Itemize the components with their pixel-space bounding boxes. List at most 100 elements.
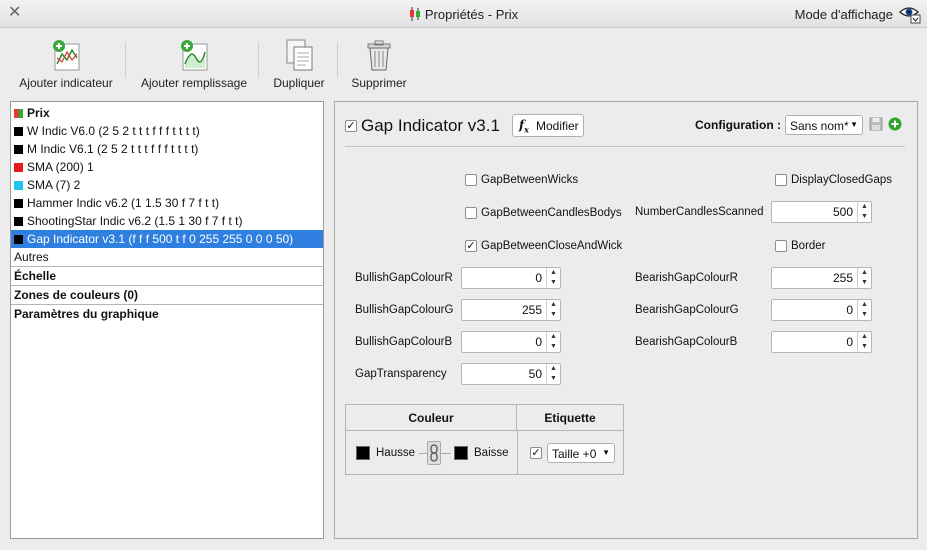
bullish-g-label: BullishGapColourG (355, 304, 454, 316)
eye-icon[interactable] (899, 4, 921, 24)
price-color-icon (14, 109, 23, 118)
indicator-enabled-checkbox[interactable]: ✓ (345, 120, 357, 132)
border-checkbox[interactable] (775, 240, 787, 252)
bullish-r-label: BullishGapColourR (355, 272, 453, 284)
window-title: Propriétés - Prix (0, 7, 927, 24)
number-candles-scanned-label: NumberCandlesScanned (635, 206, 764, 218)
toolbar-divider (125, 42, 126, 78)
display-mode-label[interactable]: Mode d'affichage (795, 7, 893, 22)
candlestick-icon (409, 7, 421, 24)
gap-transparency-stepper[interactable]: 50 ▲ ▼ (461, 363, 561, 385)
style-table: Couleur Etiquette Hausse Baisse ✓ Taille… (345, 404, 624, 475)
toolbar-divider (258, 42, 259, 78)
duplicate-label: Dupliquer (273, 76, 325, 90)
window-title-text: Propriétés - Prix (424, 7, 519, 22)
tree-item-shootingstar[interactable]: ShootingStar Indic v6.2 (1.5 1 30 f 7 f … (11, 212, 323, 230)
bearish-b-label: BearishGapColourB (635, 336, 738, 348)
number-candles-scanned-stepper[interactable]: 500 ▲ ▼ (771, 201, 872, 223)
stepper-arrows-icon[interactable]: ▲ ▼ (857, 202, 871, 222)
stepper-arrows-icon[interactable]: ▲ ▼ (857, 332, 871, 352)
column-header-label: Etiquette (517, 405, 623, 431)
gap-between-wicks-label: GapBetweenWicks (481, 174, 579, 186)
add-indicator-label: Ajouter indicateur (19, 76, 113, 90)
delete-button[interactable]: Supprimer (346, 38, 412, 90)
bullish-g-stepper[interactable]: 255 ▲ ▼ (461, 299, 561, 321)
bearish-g-stepper[interactable]: 0 ▲ ▼ (771, 299, 872, 321)
stepper-arrows-icon[interactable]: ▲ ▼ (857, 300, 871, 320)
color-swatch (14, 235, 23, 244)
column-header-colour: Couleur (346, 405, 517, 431)
tree-item-prix[interactable]: Prix (11, 104, 323, 122)
label-enabled-checkbox[interactable]: ✓ (530, 447, 542, 459)
tree-item-sma-200[interactable]: SMA (200) 1 (11, 158, 323, 176)
configuration-label: Configuration : (695, 118, 781, 132)
section-echelle[interactable]: Échelle (11, 267, 323, 285)
down-colour-swatch[interactable] (454, 446, 468, 460)
header-divider (345, 146, 905, 147)
color-swatch (14, 181, 23, 190)
indicator-name: Gap Indicator v3.1 (361, 116, 500, 135)
configuration-select[interactable]: Sans nom* ▼ (785, 115, 863, 135)
gap-transparency-label: GapTransparency (355, 368, 447, 380)
color-swatch (14, 127, 23, 136)
bullish-r-stepper[interactable]: 0 ▲ ▼ (461, 267, 561, 289)
stepper-arrows-icon[interactable]: ▲ ▼ (857, 268, 871, 288)
color-swatch (14, 199, 23, 208)
trash-icon (364, 38, 394, 72)
stepper-arrows-icon[interactable]: ▲ ▼ (546, 300, 560, 320)
tree-item-w-indic[interactable]: W Indic V6.0 (2 5 2 t t t f f f t t t t) (11, 122, 323, 140)
down-label: Baisse (474, 447, 509, 459)
label-size-select[interactable]: Taille +0 ▼ (547, 443, 615, 463)
gap-between-close-and-wick-checkbox[interactable]: ✓ (465, 240, 477, 252)
function-icon: fx (519, 118, 529, 135)
section-parametres-graphique[interactable]: Paramètres du graphique (11, 305, 323, 323)
indicator-properties-panel: ✓ Gap Indicator v3.1 fx Modifier Configu… (334, 101, 918, 539)
properties-tree: Prix W Indic V6.0 (2 5 2 t t t f f f t t… (10, 101, 324, 539)
gap-between-close-and-wick-label: GapBetweenCloseAndWick (481, 240, 623, 252)
stepper-arrows-icon[interactable]: ▲ ▼ (546, 364, 560, 384)
add-fill-label: Ajouter remplissage (140, 76, 248, 90)
link-line (441, 453, 451, 454)
tree-item-autres[interactable]: Autres (11, 248, 323, 266)
delete-label: Supprimer (351, 76, 407, 90)
gap-between-candles-bodys-checkbox[interactable] (465, 207, 477, 219)
color-swatch (14, 145, 23, 154)
gap-between-wicks-checkbox[interactable] (465, 174, 477, 186)
bearish-g-label: BearishGapColourG (635, 304, 739, 316)
tree-item-m-indic[interactable]: M Indic V6.1 (2 5 2 t t t f f f t t t t) (11, 140, 323, 158)
border-label: Border (791, 240, 826, 252)
duplicate-icon (284, 38, 314, 72)
display-closed-gaps-checkbox[interactable] (775, 174, 787, 186)
gap-between-candles-bodys-label: GapBetweenCandlesBodys (481, 207, 622, 219)
stepper-arrows-icon[interactable]: ▲ ▼ (546, 268, 560, 288)
add-config-icon[interactable] (888, 117, 902, 134)
duplicate-button[interactable]: Dupliquer (268, 38, 330, 90)
bearish-b-stepper[interactable]: 0 ▲ ▼ (771, 331, 872, 353)
modify-label: Modifier (536, 119, 579, 133)
modify-button[interactable]: fx Modifier (512, 114, 584, 137)
display-closed-gaps-label: DisplayClosedGaps (791, 174, 892, 186)
bullish-b-label: BullishGapColourB (355, 336, 453, 348)
color-swatch (14, 163, 23, 172)
bullish-b-stepper[interactable]: 0 ▲ ▼ (461, 331, 561, 353)
bearish-r-label: BearishGapColourR (635, 272, 738, 284)
save-icon[interactable] (869, 117, 883, 134)
tree-item-gap-indicator[interactable]: Gap Indicator v3.1 (f f f 500 t f 0 255 … (11, 230, 323, 248)
chevron-down-icon: ▼ (602, 448, 610, 457)
column-divider (517, 431, 518, 474)
add-fill-button[interactable]: Ajouter remplissage (136, 38, 252, 90)
up-colour-swatch[interactable] (356, 446, 370, 460)
add-fill-icon (179, 38, 209, 72)
tree-item-sma-7[interactable]: SMA (7) 2 (11, 176, 323, 194)
tree-item-hammer[interactable]: Hammer Indic v6.2 (1 1.5 30 f 7 f t t) (11, 194, 323, 212)
add-indicator-button[interactable]: Ajouter indicateur (16, 38, 116, 90)
up-label: Hausse (376, 447, 415, 459)
add-indicator-icon (51, 38, 81, 72)
stepper-arrows-icon[interactable]: ▲ ▼ (546, 332, 560, 352)
bearish-r-stepper[interactable]: 255 ▲ ▼ (771, 267, 872, 289)
color-swatch (14, 217, 23, 226)
chevron-down-icon: ▼ (850, 120, 858, 129)
chain-link-icon[interactable] (427, 441, 441, 465)
toolbar-divider (337, 42, 338, 78)
section-zones-couleurs[interactable]: Zones de couleurs (0) (11, 286, 323, 304)
